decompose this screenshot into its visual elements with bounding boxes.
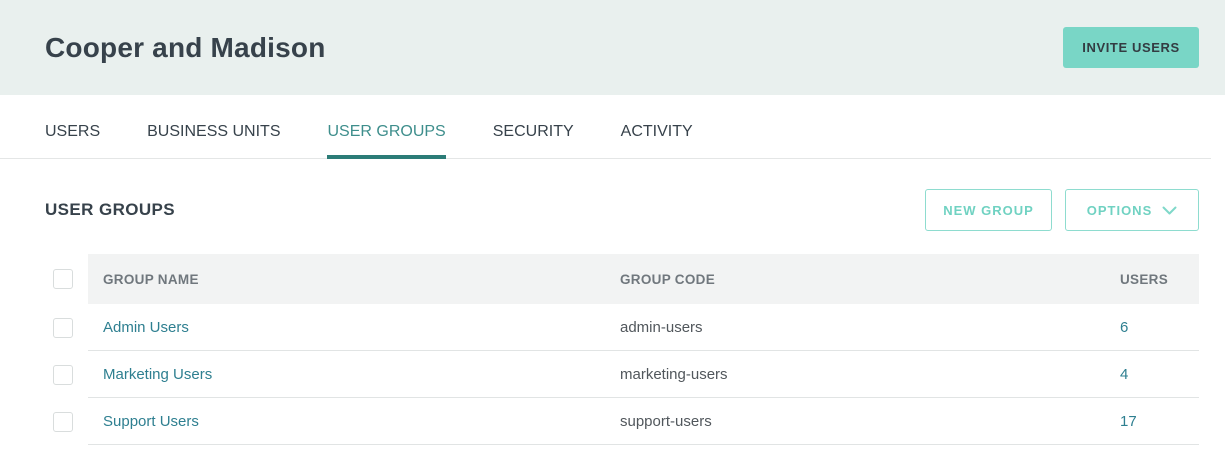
group-code-text: support-users [620,413,1120,430]
tab-business-units[interactable]: BUSINESS UNITS [147,95,280,158]
select-all-checkbox[interactable] [53,269,73,289]
tab-activity[interactable]: ACTIVITY [621,95,693,158]
table-column-headers: GROUP NAME GROUP CODE USERS [88,254,1199,304]
table-header-row: GROUP NAME GROUP CODE USERS [45,254,1199,304]
invite-users-button[interactable]: INVITE USERS [1063,27,1199,68]
user-groups-table: GROUP NAME GROUP CODE USERS Admin Users … [45,254,1199,445]
chevron-down-icon [1162,206,1177,215]
group-name-link[interactable]: Admin Users [103,319,189,336]
section-actions: NEW GROUP OPTIONS [925,189,1199,231]
tab-user-groups[interactable]: USER GROUPS [327,95,445,158]
column-header-users: USERS [1120,272,1199,287]
new-group-button[interactable]: NEW GROUP [925,189,1052,231]
row-checkbox-cell [45,398,88,445]
users-count-link[interactable]: 17 [1120,413,1137,430]
users-count-link[interactable]: 6 [1120,319,1128,336]
group-name-link[interactable]: Marketing Users [103,366,212,383]
users-count-link[interactable]: 4 [1120,366,1128,383]
group-code-text: marketing-users [620,366,1120,383]
column-header-group-name: GROUP NAME [103,272,620,287]
options-button[interactable]: OPTIONS [1065,189,1199,231]
table-row: Support Users support-users 17 [45,398,1199,445]
table-row: Marketing Users marketing-users 4 [45,351,1199,398]
options-button-label: OPTIONS [1087,203,1153,218]
tab-users[interactable]: USERS [45,95,100,158]
row-checkbox-cell [45,304,88,351]
row-checkbox[interactable] [53,365,73,385]
group-name-link[interactable]: Support Users [103,413,199,430]
row-checkbox-cell [45,351,88,398]
tab-label: SECURITY [493,123,574,140]
tab-security[interactable]: SECURITY [493,95,574,158]
table-body: Admin Users admin-users 6 Marketing User… [45,304,1199,445]
tab-label: USER GROUPS [327,123,445,140]
section-title: USER GROUPS [45,200,175,220]
select-all-cell [45,254,88,304]
table-row: Admin Users admin-users 6 [45,304,1199,351]
row-checkbox[interactable] [53,412,73,432]
tab-label: BUSINESS UNITS [147,123,280,140]
column-header-group-code: GROUP CODE [620,272,1120,287]
tab-label: ACTIVITY [621,123,693,140]
row-checkbox[interactable] [53,318,73,338]
tab-label: USERS [45,123,100,140]
page-title: Cooper and Madison [45,32,326,64]
section-header: USER GROUPS NEW GROUP OPTIONS [0,189,1225,231]
group-code-text: admin-users [620,319,1120,336]
top-header: Cooper and Madison INVITE USERS [0,0,1225,95]
tab-bar: USERS BUSINESS UNITS USER GROUPS SECURIT… [0,95,1211,159]
